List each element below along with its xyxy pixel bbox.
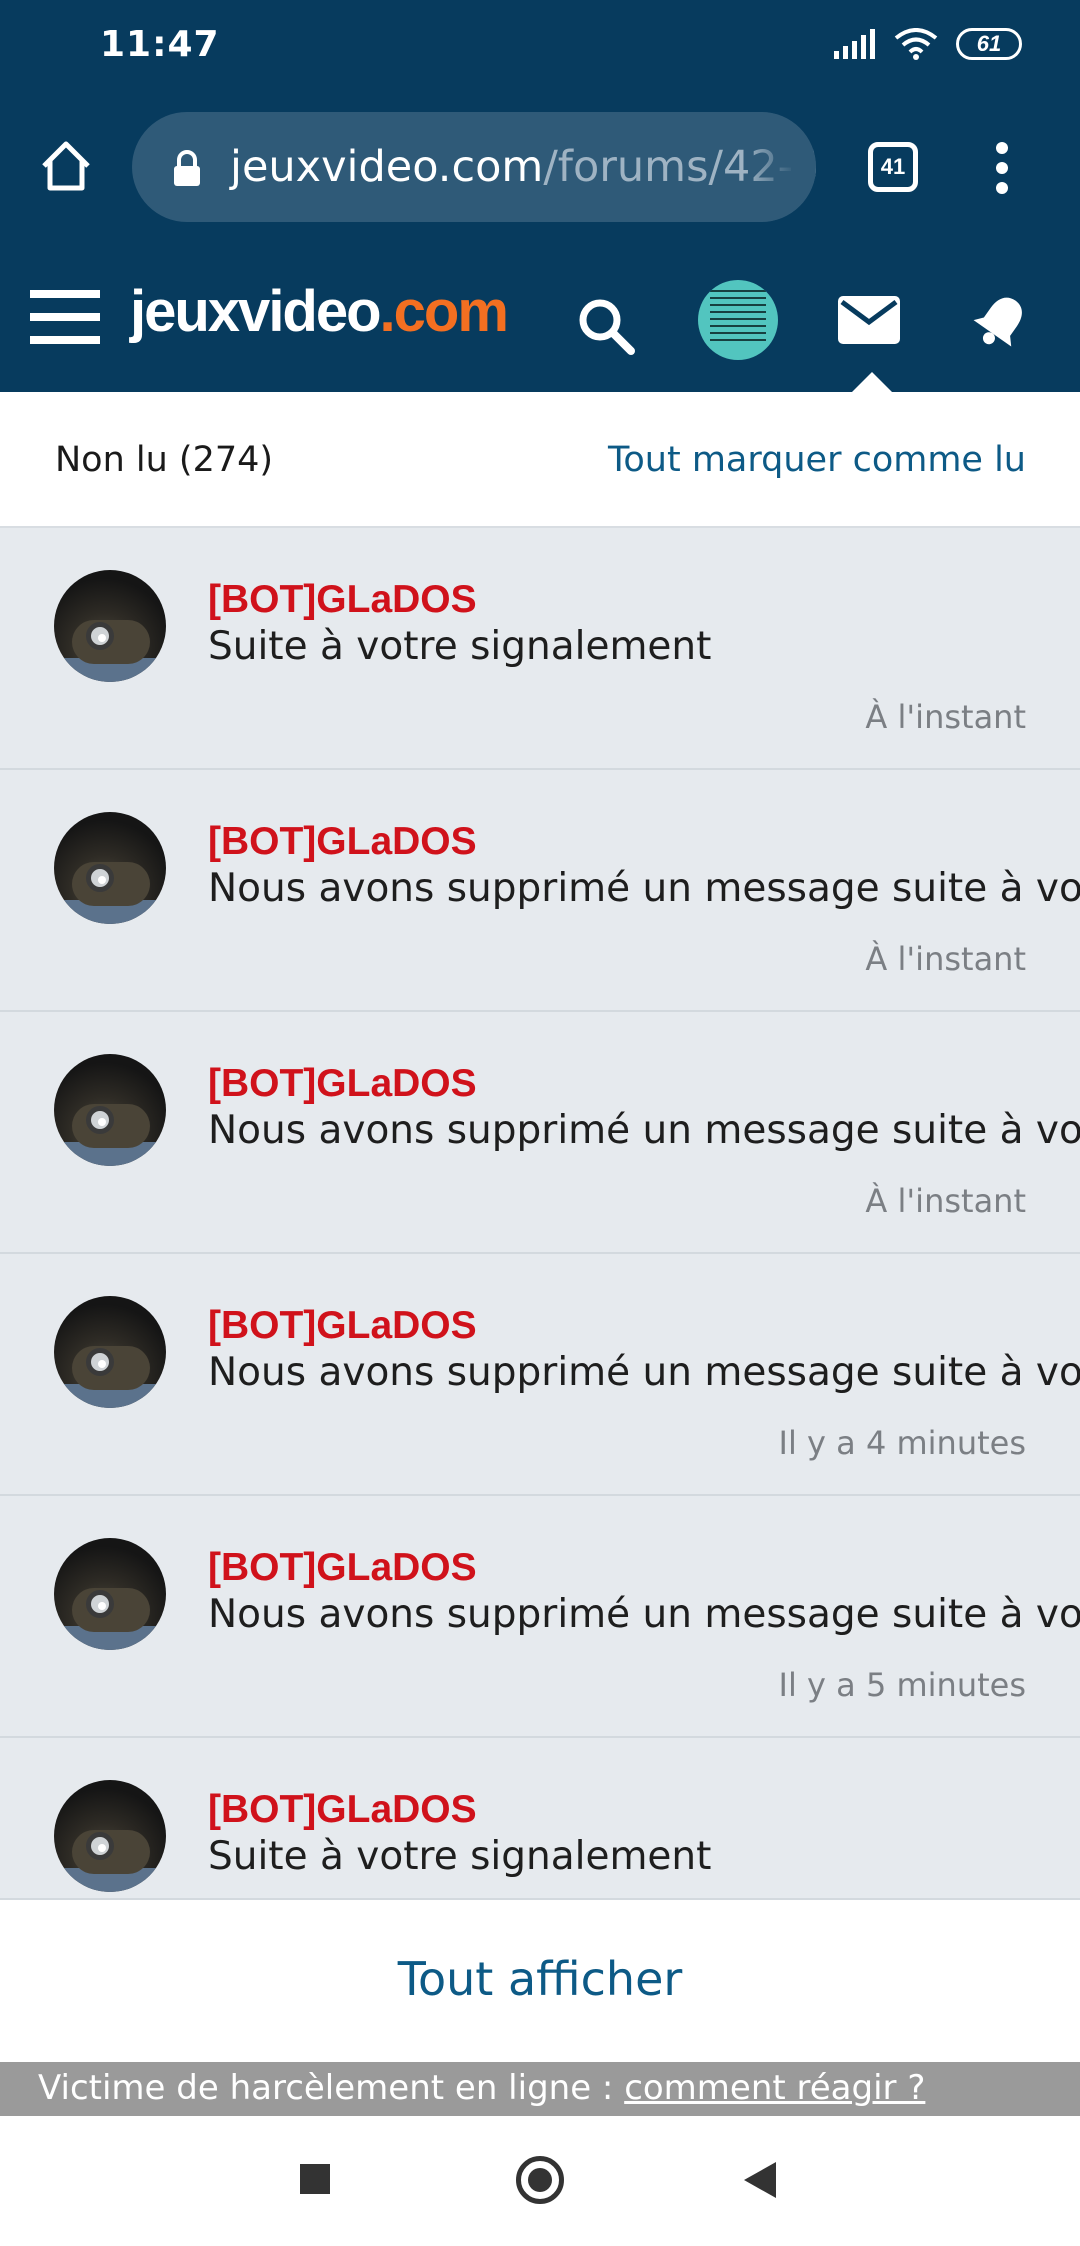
author-avatar (54, 570, 166, 682)
notification-item[interactable]: [BOT]GLaDOS Nous avons supprimé un messa… (0, 1496, 1080, 1738)
unread-count: Non lu (274) (55, 440, 274, 480)
notifications-header: Non lu (274) Tout marquer comme lu (0, 392, 1080, 528)
logo-main: jeuxvideo (130, 279, 382, 344)
status-bar: 11:47 61 (0, 0, 1080, 100)
notification-item[interactable]: [BOT]GLaDOS Nous avons supprimé un messa… (0, 1012, 1080, 1254)
url-fade (746, 112, 816, 222)
notification-time: À l'instant (865, 1182, 1026, 1220)
author-avatar (54, 1296, 166, 1408)
notification-text: Suite à votre signalement (208, 1834, 712, 1879)
harassment-banner: Victime de harcèlement en ligne : commen… (0, 2062, 1080, 2116)
notification-item[interactable]: [BOT]GLaDOS Suite à votre signalement (0, 1738, 1080, 1898)
site-header: jeuxvideo.com (0, 240, 1080, 392)
status-time: 11:47 (100, 24, 220, 65)
url-text: jeuxvideo.com/forums/42-5 (230, 142, 816, 192)
url-host: jeuxvideo.com (230, 142, 544, 192)
author-avatar (54, 1054, 166, 1166)
harassment-link[interactable]: comment réagir ? (624, 2068, 925, 2108)
status-icons: 61 (834, 28, 1022, 60)
author-avatar (54, 1538, 166, 1650)
lock-icon (174, 150, 200, 186)
notification-time: À l'instant (865, 940, 1026, 978)
site-logo[interactable]: jeuxvideo.com (130, 278, 509, 345)
back-icon[interactable] (744, 2162, 776, 2198)
user-avatar[interactable] (698, 280, 778, 360)
mark-all-read-link[interactable]: Tout marquer comme lu (608, 440, 1026, 480)
notification-item[interactable]: [BOT]GLaDOS Nous avons supprimé un messa… (0, 1254, 1080, 1496)
notification-text: Nous avons supprimé un message suite à v… (208, 866, 1080, 911)
battery-icon: 61 (956, 28, 1022, 60)
recents-icon[interactable] (300, 2164, 330, 2194)
battery-level: 61 (976, 31, 1002, 56)
active-indicator (852, 372, 892, 392)
hamburger-menu-icon[interactable] (30, 290, 100, 344)
notification-author: [BOT]GLaDOS (208, 1546, 477, 1589)
notification-author: [BOT]GLaDOS (208, 1304, 477, 1347)
avatar-image (710, 290, 766, 346)
show-all-area: Tout afficher (0, 1898, 1080, 2062)
home-nav-icon[interactable] (516, 2156, 564, 2204)
signal-icon (834, 29, 875, 59)
notification-item[interactable]: [BOT]GLaDOS Suite à votre signalement À … (0, 528, 1080, 770)
show-all-button[interactable]: Tout afficher (0, 1952, 1080, 2006)
author-avatar (54, 1780, 166, 1892)
notification-time: Il y a 4 minutes (778, 1424, 1026, 1462)
notification-text: Nous avons supprimé un message suite à v… (208, 1350, 1080, 1395)
tabs-count: 41 (880, 154, 906, 179)
mail-icon[interactable] (838, 296, 900, 344)
notification-author: [BOT]GLaDOS (208, 1062, 477, 1105)
system-nav-bar (0, 2116, 1080, 2246)
notification-text: Suite à votre signalement (208, 624, 712, 669)
notification-time: À l'instant (865, 698, 1026, 736)
notification-time: Il y a 5 minutes (778, 1666, 1026, 1704)
bell-icon[interactable] (972, 292, 1030, 350)
author-avatar (54, 812, 166, 924)
notification-text: Nous avons supprimé un message suite à v… (208, 1592, 1080, 1637)
notification-list: [BOT]GLaDOS Suite à votre signalement À … (0, 528, 1080, 1898)
logo-suffix: .com (379, 279, 509, 344)
notification-author: [BOT]GLaDOS (208, 1788, 477, 1831)
search-icon[interactable] (576, 296, 636, 356)
home-icon[interactable] (38, 138, 94, 194)
notification-author: [BOT]GLaDOS (208, 820, 477, 863)
harassment-text: Victime de harcèlement en ligne : (38, 2068, 625, 2108)
wifi-icon (894, 28, 938, 60)
notification-author: [BOT]GLaDOS (208, 578, 477, 621)
address-bar[interactable]: jeuxvideo.com/forums/42-5 (132, 112, 816, 222)
notification-item[interactable]: [BOT]GLaDOS Nous avons supprimé un messa… (0, 770, 1080, 1012)
tabs-button[interactable]: 41 (868, 142, 918, 192)
notification-text: Nous avons supprimé un message suite à v… (208, 1108, 1080, 1153)
more-menu-icon[interactable] (990, 140, 1014, 196)
browser-toolbar: jeuxvideo.com/forums/42-5 41 (0, 100, 1080, 240)
